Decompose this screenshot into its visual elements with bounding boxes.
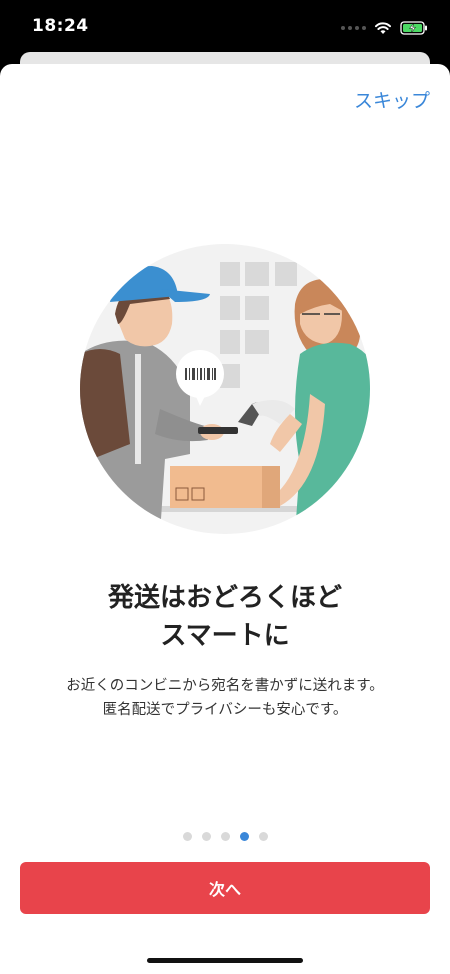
- status-time: 18:24: [32, 16, 89, 36]
- skip-button[interactable]: スキップ: [354, 86, 430, 113]
- status-icons: [341, 18, 428, 38]
- status-bar: 18:24: [0, 0, 450, 56]
- cellular-signal-icon: [341, 26, 366, 30]
- description-line-1: お近くのコンビニから宛名を書かずに送れます。: [66, 678, 384, 694]
- heading-line-1: 発送はおどろくほど: [107, 583, 342, 613]
- description-line-2: 匿名配送でプライバシーも安心です。: [102, 702, 348, 718]
- heading-line-2: スマートに: [160, 621, 290, 651]
- onboarding-description: お近くのコンビニから宛名を書かずに送れます。 匿名配送でプライバシーも安心です。: [0, 674, 450, 722]
- page-indicator: [0, 832, 450, 841]
- page-dot-4[interactable]: [239, 832, 249, 841]
- next-button[interactable]: 次へ: [20, 862, 430, 914]
- onboarding-heading: 発送はおどろくほど スマートに: [0, 579, 450, 655]
- home-indicator: [147, 958, 303, 963]
- wifi-icon: [375, 22, 391, 34]
- page-dot-1[interactable]: [182, 832, 192, 841]
- shipping-illustration: [80, 244, 370, 534]
- page-dot-5[interactable]: [258, 832, 268, 841]
- page-dot-3[interactable]: [220, 832, 230, 841]
- battery-charging-icon: [400, 21, 427, 35]
- page-dot-2[interactable]: [201, 832, 211, 841]
- onboarding-sheet: スキップ 発送はおどろくほど スマートに お近くのコンビニから宛名を書かずに送れ…: [0, 64, 450, 974]
